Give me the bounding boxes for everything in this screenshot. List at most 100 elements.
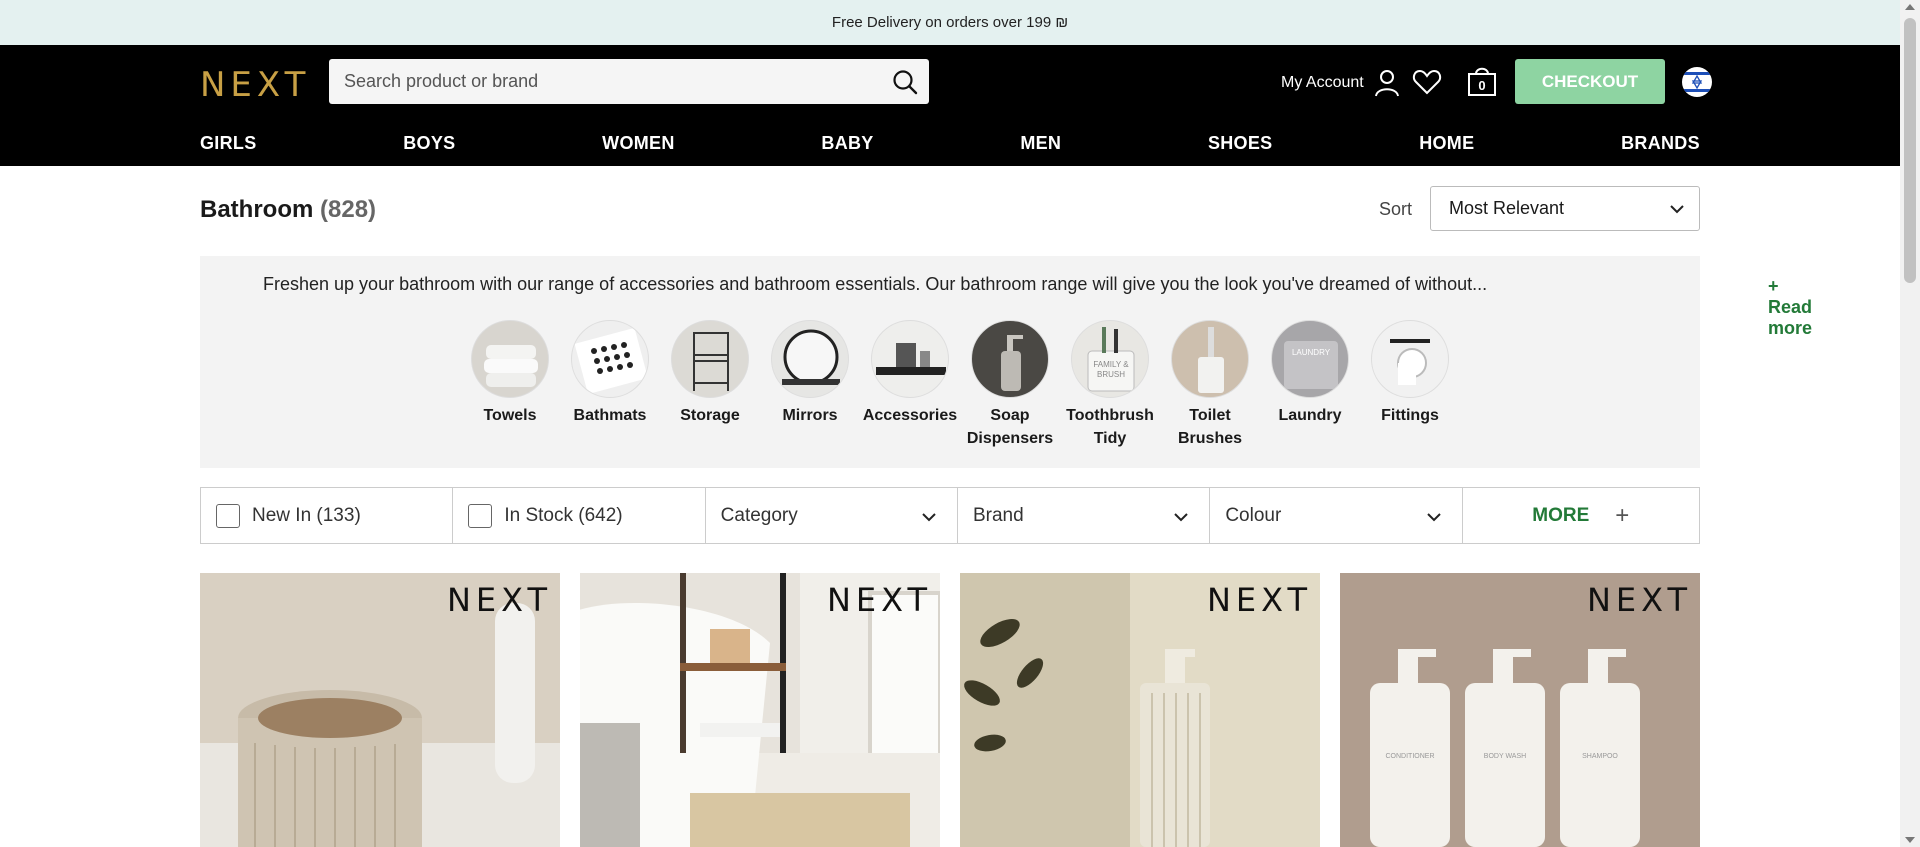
filter-colour-dropdown[interactable]: Colour: [1210, 488, 1463, 543]
category-label: Storage: [680, 407, 740, 424]
product-card[interactable]: NEXT: [200, 573, 560, 847]
colour-filter-label: Colour: [1225, 504, 1282, 526]
toothbrush-tidy-thumbnail: FAMILY & BRUSH: [1071, 320, 1149, 398]
laundry-text: LAUNDRY: [1292, 348, 1331, 357]
category-label: Bathmats: [573, 407, 647, 424]
category-label: Fittings: [1381, 407, 1439, 424]
soap-dispensers-thumbnail: [971, 320, 1049, 398]
filter-new-in[interactable]: New In (133): [201, 488, 454, 543]
site-header: NEXT My Account 0 CHECKOUT: [0, 45, 1900, 166]
product-card[interactable]: NEXT: [960, 573, 1320, 847]
filter-category-dropdown[interactable]: Category: [706, 488, 958, 543]
nav-brands[interactable]: BRANDS: [1621, 133, 1700, 163]
sort-label: Sort: [1379, 199, 1413, 219]
category-label: Tidy: [1093, 430, 1127, 447]
israel-flag-icon[interactable]: [1682, 67, 1712, 97]
search-bar[interactable]: [329, 59, 929, 104]
scrollbar-thumb[interactable]: [1904, 18, 1916, 283]
category-toilet-brushes[interactable]: Toilet Brushes: [1160, 320, 1260, 450]
bag-count: 0: [1478, 78, 1486, 93]
filter-brand-dropdown[interactable]: Brand: [958, 488, 1211, 543]
nav-boys[interactable]: BOYS: [403, 133, 455, 163]
plus-icon: +: [1615, 501, 1630, 529]
chevron-down-icon: [1174, 513, 1189, 522]
category-label: Toilet: [1189, 407, 1231, 424]
checkout-button[interactable]: CHECKOUT: [1515, 59, 1665, 104]
category-label: Towels: [483, 407, 537, 424]
nav-shoes[interactable]: SHOES: [1208, 133, 1273, 163]
heart-icon[interactable]: [1412, 67, 1442, 97]
storage-thumbnail: [671, 320, 749, 398]
category-label: Brushes: [1177, 430, 1243, 447]
more-filters-button[interactable]: MORE +: [1463, 488, 1699, 543]
product-count: (828): [320, 196, 377, 223]
category-filter-label: Category: [720, 504, 798, 526]
bathmats-thumbnail: [571, 320, 649, 398]
in-stock-checkbox[interactable]: [468, 503, 493, 528]
bottle-label: BODY WASH: [1484, 753, 1526, 760]
category-label: Accessories: [862, 407, 958, 424]
user-icon: [1374, 70, 1399, 97]
bottle-label: CONDITIONER: [1386, 753, 1435, 760]
product-brand-logo: NEXT: [1586, 581, 1692, 619]
chevron-down-icon: [1670, 205, 1684, 214]
category-toothbrush-tidy[interactable]: FAMILY & BRUSH Toothbrush Tidy: [1060, 320, 1160, 450]
search-icon[interactable]: [891, 68, 919, 96]
product-brand-logo: NEXT: [446, 581, 552, 619]
page-scrollbar[interactable]: [1900, 0, 1920, 847]
nav-girls[interactable]: GIRLS: [200, 133, 257, 163]
toilet-brushes-thumbnail: [1171, 320, 1249, 398]
bottle-label: SHAMPOO: [1582, 753, 1618, 760]
product-card[interactable]: CONDITIONER BODY WASH SHAMPOO NEXT: [1340, 573, 1700, 847]
category-laundry[interactable]: LAUNDRY Laundry: [1260, 320, 1360, 450]
sort-dropdown[interactable]: Most Relevant: [1430, 186, 1700, 231]
product-brand-logo: NEXT: [1206, 581, 1312, 619]
nav-baby[interactable]: BABY: [821, 133, 873, 163]
scroll-down-arrow-icon[interactable]: [1905, 837, 1915, 843]
category-accessories[interactable]: Accessories: [860, 320, 960, 450]
filter-bar: New In (133) In Stock (642) Category Bra…: [200, 487, 1700, 544]
category-mirrors[interactable]: Mirrors: [760, 320, 860, 450]
category-soap-dispensers[interactable]: Soap Dispensers: [960, 320, 1060, 450]
chevron-down-icon: [1426, 513, 1441, 522]
my-account-label: My Account: [1281, 74, 1364, 91]
nav-women[interactable]: WOMEN: [602, 133, 675, 163]
product-brand-logo: NEXT: [826, 581, 932, 619]
new-in-checkbox[interactable]: [216, 503, 240, 528]
category-label: Laundry: [1278, 407, 1342, 424]
category-label: Mirrors: [782, 407, 838, 424]
category-towels[interactable]: Towels: [460, 320, 560, 450]
scroll-up-arrow-icon[interactable]: [1905, 4, 1915, 10]
intro-description: Freshen up your bathroom with our range …: [263, 274, 1488, 294]
nav-home[interactable]: HOME: [1419, 133, 1474, 163]
category-storage[interactable]: Storage: [660, 320, 760, 450]
product-card[interactable]: NEXT: [580, 573, 940, 847]
next-logo[interactable]: NEXT: [200, 65, 310, 105]
page-title-text: Bathroom: [200, 196, 314, 223]
category-label: Soap: [990, 407, 1030, 424]
in-stock-label: In Stock (642): [504, 504, 623, 526]
category-bathmats[interactable]: Bathmats: [560, 320, 660, 450]
my-account-link[interactable]: My Account: [1281, 69, 1400, 97]
brand-filter-label: Brand: [972, 504, 1024, 526]
search-input[interactable]: [329, 59, 849, 104]
shopping-bag[interactable]: 0: [1467, 65, 1497, 97]
category-intro-panel: Freshen up your bathroom with our range …: [200, 256, 1812, 468]
promo-text: Free Delivery on orders over 199 ₪: [831, 14, 1069, 31]
product-grid: NEXT NEXT NEXT CONDITIONER BODY WASH SHA…: [200, 573, 1700, 847]
fittings-thumbnail: [1371, 320, 1449, 398]
category-shortcuts: Towels Bathmats Storage Mirrors Accessor…: [460, 320, 1460, 450]
read-more-link[interactable]: + Read more: [1768, 276, 1812, 339]
more-filters-label: MORE: [1532, 504, 1590, 526]
page-title: Bathroom (828): [200, 196, 376, 224]
category-label: Dispensers: [966, 430, 1054, 447]
filter-in-stock[interactable]: In Stock (642): [453, 488, 706, 543]
promo-bar: Free Delivery on orders over 199 ₪: [0, 0, 1900, 45]
category-label: Toothbrush: [1066, 407, 1154, 424]
nav-men[interactable]: MEN: [1020, 133, 1061, 163]
toothbrush-tidy-text: BRUSH: [1097, 370, 1125, 379]
category-fittings[interactable]: Fittings: [1360, 320, 1460, 450]
toothbrush-tidy-text: FAMILY &: [1093, 360, 1129, 369]
accessories-thumbnail: [871, 320, 949, 398]
new-in-label: New In (133): [252, 504, 361, 526]
